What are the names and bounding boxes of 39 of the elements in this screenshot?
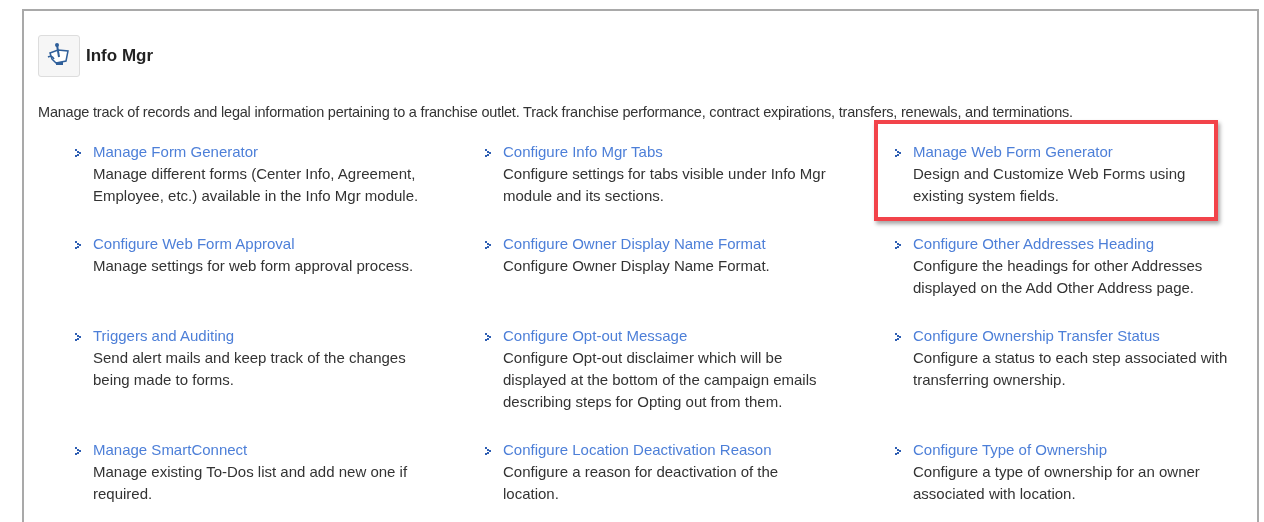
settings-link[interactable]: Configure Opt-out Message xyxy=(503,324,688,347)
setting-description: Send alert mails and keep track of the changes being made to forms. xyxy=(93,347,407,390)
settings-link[interactable]: Triggers and Auditing xyxy=(93,324,235,347)
settings-link[interactable]: Manage SmartConnect xyxy=(93,438,248,461)
setting-description: Manage different forms (Center Info, Agreement, Employee, etc.) available in the Info Mgr module. xyxy=(93,163,420,206)
setting-description: Configure a type of ownership for an owner associated with location. xyxy=(913,461,1201,504)
bullet-icon xyxy=(75,148,81,157)
bullet-icon xyxy=(75,240,81,249)
bullet-icon xyxy=(895,240,901,249)
bullet-icon xyxy=(485,148,491,157)
settings-link[interactable]: Configure Type of Ownership xyxy=(913,438,1107,461)
settings-link[interactable]: Configure Owner Display Name Format xyxy=(503,232,766,255)
setting-description: Manage settings for web form approval process. xyxy=(93,255,415,276)
setting-description: Configure settings for tabs visible under Info Mgr module and its sections. xyxy=(503,163,827,206)
settings-link[interactable]: Configure Ownership Transfer Status xyxy=(913,324,1160,347)
bullet-icon xyxy=(895,446,901,455)
setting-description: Design and Customize Web Forms using existing system fields. xyxy=(913,163,1187,206)
setting-description: Configure a reason for deactivation of the location. xyxy=(503,461,780,504)
settings-link[interactable]: Configure Other Addresses Heading xyxy=(913,232,1154,255)
setting-description: Manage existing To-Dos list and add new one if required. xyxy=(93,461,409,504)
setting-description: Configure the headings for other Addresses displayed on the Add Other Address page. xyxy=(913,255,1204,298)
settings-link[interactable]: Manage Web Form Generator xyxy=(913,140,1113,163)
setting-description: Configure a status to each step associated with transferring ownership. xyxy=(913,347,1229,390)
bullet-icon xyxy=(895,332,901,341)
bullet-icon xyxy=(485,332,491,341)
bullet-icon xyxy=(75,446,81,455)
setting-description: Configure Owner Display Name Format. xyxy=(503,255,771,276)
settings-link[interactable]: Configure Web Form Approval xyxy=(93,232,295,255)
module-logo-icon xyxy=(38,35,80,77)
bullet-icon xyxy=(75,332,81,341)
bullet-icon xyxy=(895,148,901,157)
setting-description: Configure Opt-out disclaimer which will be displayed at the bottom of the campaign emails describing steps for Opting out from them. xyxy=(503,347,818,412)
module-title: Info Mgr xyxy=(86,45,154,68)
settings-link[interactable]: Configure Location Deactivation Reason xyxy=(503,438,772,461)
module-description: Manage track of records and legal information pertaining to a franchise outlet. Track franchise performance, contract expirations, transfers, renewals, and terminations. xyxy=(38,103,1074,122)
bullet-icon xyxy=(485,240,491,249)
settings-link[interactable]: Manage Form Generator xyxy=(93,140,259,163)
settings-link[interactable]: Configure Info Mgr Tabs xyxy=(503,140,663,163)
bullet-icon xyxy=(485,446,491,455)
